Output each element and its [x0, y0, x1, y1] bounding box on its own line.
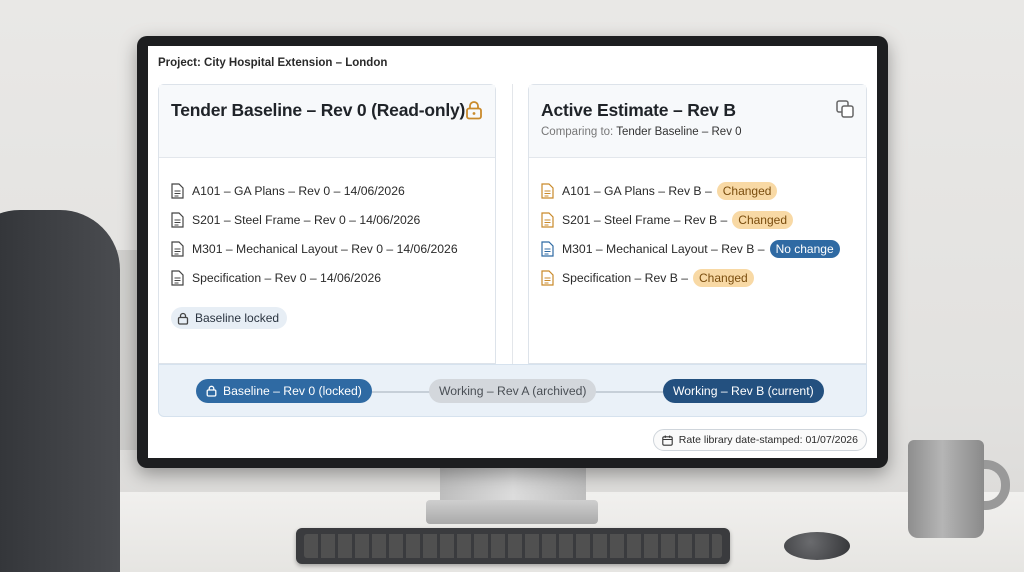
document-icon — [171, 240, 184, 257]
baseline-locked-badge: Baseline locked — [171, 307, 288, 329]
coffee-mug — [908, 440, 984, 538]
list-item[interactable]: M301 – Mechanical Layout – Rev B – No ch… — [541, 234, 854, 263]
list-item[interactable]: Specification – Rev B – Changed — [541, 263, 854, 292]
document-icon — [171, 211, 184, 228]
timeline-working-revb[interactable]: Working – Rev B (current) — [663, 379, 824, 403]
lock-icon — [177, 312, 189, 325]
document-icon — [171, 182, 184, 199]
calendar-icon — [662, 435, 673, 446]
rate-library-badge: Rate library date-stamped: 01/07/2026 — [652, 429, 867, 451]
list-item[interactable]: M301 – Mechanical Layout – Rev 0 – 14/06… — [171, 234, 483, 263]
rate-library-label: Rate library date-stamped: 01/07/2026 — [678, 434, 858, 446]
list-item[interactable]: Specification – Rev 0 – 14/06/2026 — [171, 263, 483, 292]
monitor-stand-base — [426, 500, 598, 524]
document-icon — [171, 269, 184, 286]
status-badge: Changed — [693, 268, 754, 287]
status-badge: Changed — [716, 181, 778, 200]
document-label: A101 – GA Plans – Rev 0 – 14/06/2026 — [192, 183, 405, 198]
compare-icon[interactable] — [836, 100, 854, 118]
lock-icon — [206, 385, 217, 397]
timeline-current-label: Working – Rev B (current) — [673, 384, 814, 398]
panel-divider — [512, 84, 513, 366]
lock-icon[interactable] — [465, 100, 483, 120]
estimate-document-list: A101 – GA Plans – Rev B – Changed S201 –… — [529, 158, 866, 292]
comparing-prefix: Comparing to: — [541, 126, 614, 138]
comparing-to-text: Comparing to: Tender Baseline – Rev 0 — [541, 126, 854, 138]
baseline-panel-title: Tender Baseline – Rev 0 (Read-only) — [171, 100, 466, 120]
list-item[interactable]: A101 – GA Plans – Rev B – Changed — [541, 176, 854, 205]
document-label: Specification – Rev 0 – 14/06/2026 — [192, 270, 382, 285]
document-icon — [541, 269, 554, 286]
document-icon — [541, 240, 554, 257]
document-icon — [541, 211, 554, 228]
list-item[interactable]: S201 – Steel Frame – Rev 0 – 14/06/2026 — [171, 205, 483, 234]
document-label: M301 – Mechanical Layout – Rev 0 – 14/06… — [192, 241, 458, 256]
keyboard — [296, 528, 730, 564]
baseline-panel-header: Tender Baseline – Rev 0 (Read-only) — [159, 85, 495, 158]
baseline-panel: Tender Baseline – Rev 0 (Read-only) A101… — [158, 84, 496, 364]
baseline-document-list: A101 – GA Plans – Rev 0 – 14/06/2026 S20… — [159, 158, 495, 292]
document-label: A101 – GA Plans – Rev B – — [562, 183, 712, 198]
estimate-panel-title: Active Estimate – Rev B — [541, 100, 736, 120]
project-title: Project: City Hospital Extension – Londo… — [158, 57, 388, 69]
baseline-locked-label: Baseline locked — [195, 311, 280, 325]
revision-timeline: Baseline – Rev 0 (locked) Working – Rev … — [158, 364, 867, 417]
list-item[interactable]: A101 – GA Plans – Rev 0 – 14/06/2026 — [171, 176, 483, 205]
office-chair — [0, 210, 120, 572]
comparing-target: Tender Baseline – Rev 0 — [616, 126, 742, 138]
document-label: M301 – Mechanical Layout – Rev B – — [562, 241, 765, 256]
timeline-working-reva[interactable]: Working – Rev A (archived) — [429, 379, 597, 403]
document-icon — [541, 182, 554, 199]
estimate-panel: Active Estimate – Rev B Comparing to: Te… — [528, 84, 867, 364]
timeline-baseline-label: Baseline – Rev 0 (locked) — [223, 384, 362, 398]
status-badge: No change — [769, 239, 840, 258]
status-badge: Changed — [732, 210, 794, 229]
document-label: Specification – Rev B – — [562, 270, 689, 285]
estimate-panel-header: Active Estimate – Rev B Comparing to: Te… — [529, 85, 866, 158]
document-label: S201 – Steel Frame – Rev 0 – 14/06/2026 — [192, 212, 421, 227]
mouse — [784, 532, 850, 560]
list-item[interactable]: S201 – Steel Frame – Rev B – Changed — [541, 205, 854, 234]
timeline-baseline-rev0[interactable]: Baseline – Rev 0 (locked) — [196, 379, 372, 403]
app-screen: Project: City Hospital Extension – Londo… — [148, 46, 877, 458]
timeline-archived-label: Working – Rev A (archived) — [439, 384, 587, 398]
document-label: S201 – Steel Frame – Rev B – — [562, 212, 728, 227]
